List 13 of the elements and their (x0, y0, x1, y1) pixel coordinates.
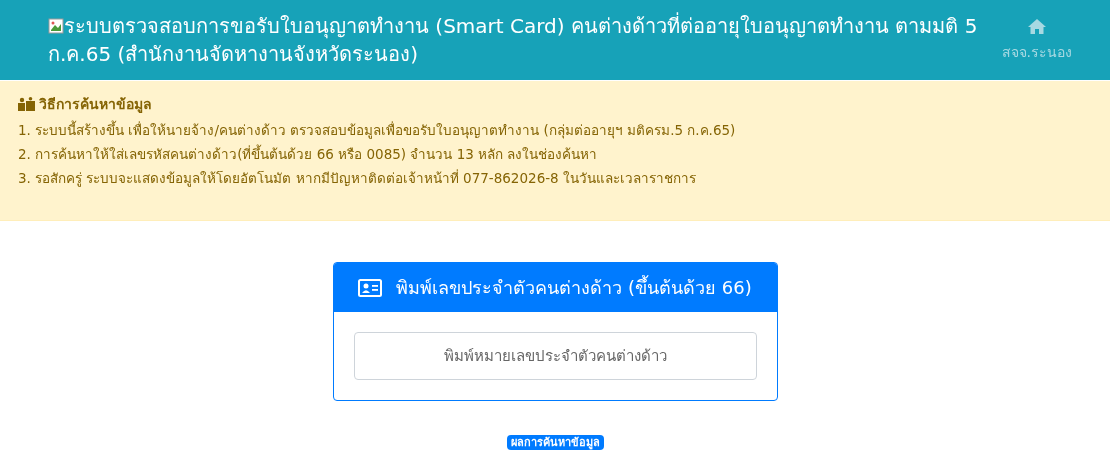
info-icon (18, 97, 35, 111)
home-icon (1026, 17, 1047, 35)
instruction-line: 2. การค้นหาให้ใส่เลขรหัสคนต่างด้าว(ที่ขึ้นต้นด้วย 66 หรือ 0085) จำนวน 13 หลัก ลงในช่องค้นหา (18, 143, 599, 164)
home-nav-link[interactable]: สจจ.ระนอง (1001, 17, 1072, 63)
broken-image-icon (48, 18, 64, 34)
id-number-field[interactable]: พิมพ์หมายเลขประจำตัวคนต่างด้าว (353, 332, 757, 380)
page-title: ระบบตรวจสอบการขอรับใบอนุญาตทำงาน (Smart Card) คนต่างด้าวที่ต่ออายุใบอนุญาตทำงาน ตามมติ 5 ก.ค.65 (สำนักงานจัดหางานจังหวัดระนอง) (48, 12, 978, 68)
id-card-icon (358, 278, 383, 297)
instruction-line: 3. รอสักครู่ ระบบจะแสดงข้อมูลให้โดยอัตโนมัต หากมีปัญหาติดต่อเจ้าหน้าที่ 077-862026-8 ในวันและเวลาราชการ (18, 168, 697, 189)
instructions-heading: วิธีการค้นหาข้อมูล (39, 95, 152, 115)
instruction-line: 1. ระบบนี้สร้างขึ้น เพื่อให้นายจ้าง/คนต่างด้าว ตรวจสอบข้อมูลเพื่อขอรับใบอนุญาตทำงาน (กลุ่มต่ออายุฯ มติครม.5 ก.ค.65) (18, 119, 737, 141)
result-label: ผลการค้นหาข้อมูล (506, 435, 604, 450)
card-title: พิมพ์เลขประจำตัวคนต่างด้าว (ขึ้นต้นด้วย 66) (396, 274, 752, 300)
